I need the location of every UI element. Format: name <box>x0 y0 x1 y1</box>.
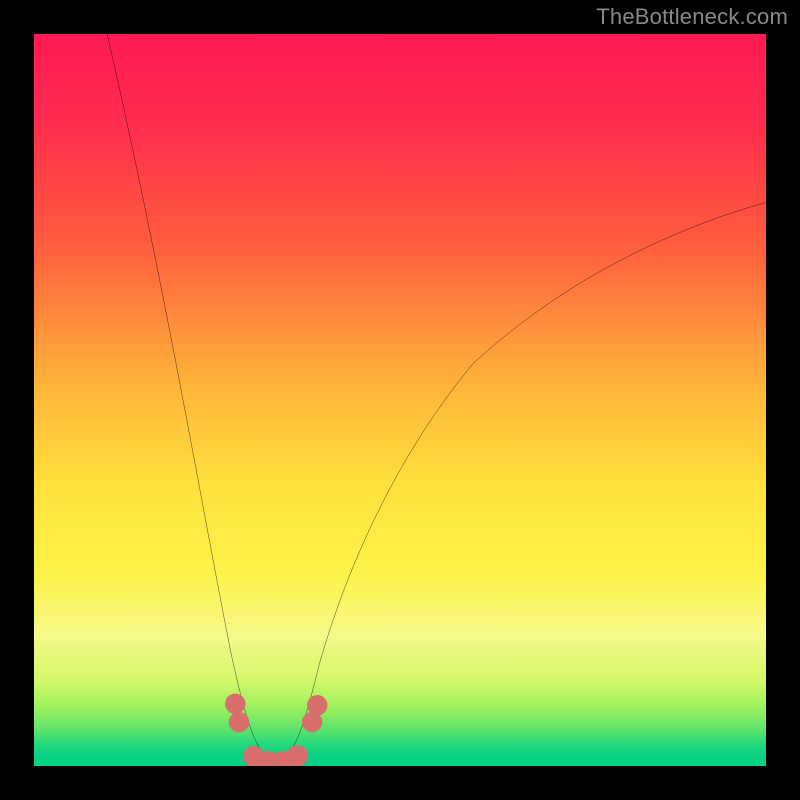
marker-dot <box>229 712 249 732</box>
marker-dot <box>287 745 308 766</box>
chart-container: TheBottleneck.com <box>0 0 800 800</box>
watermark-label: TheBottleneck.com <box>596 4 788 30</box>
highlight-markers <box>34 34 766 766</box>
marker-dot <box>307 695 327 715</box>
marker-dot <box>225 694 245 714</box>
plot-area <box>34 34 766 766</box>
